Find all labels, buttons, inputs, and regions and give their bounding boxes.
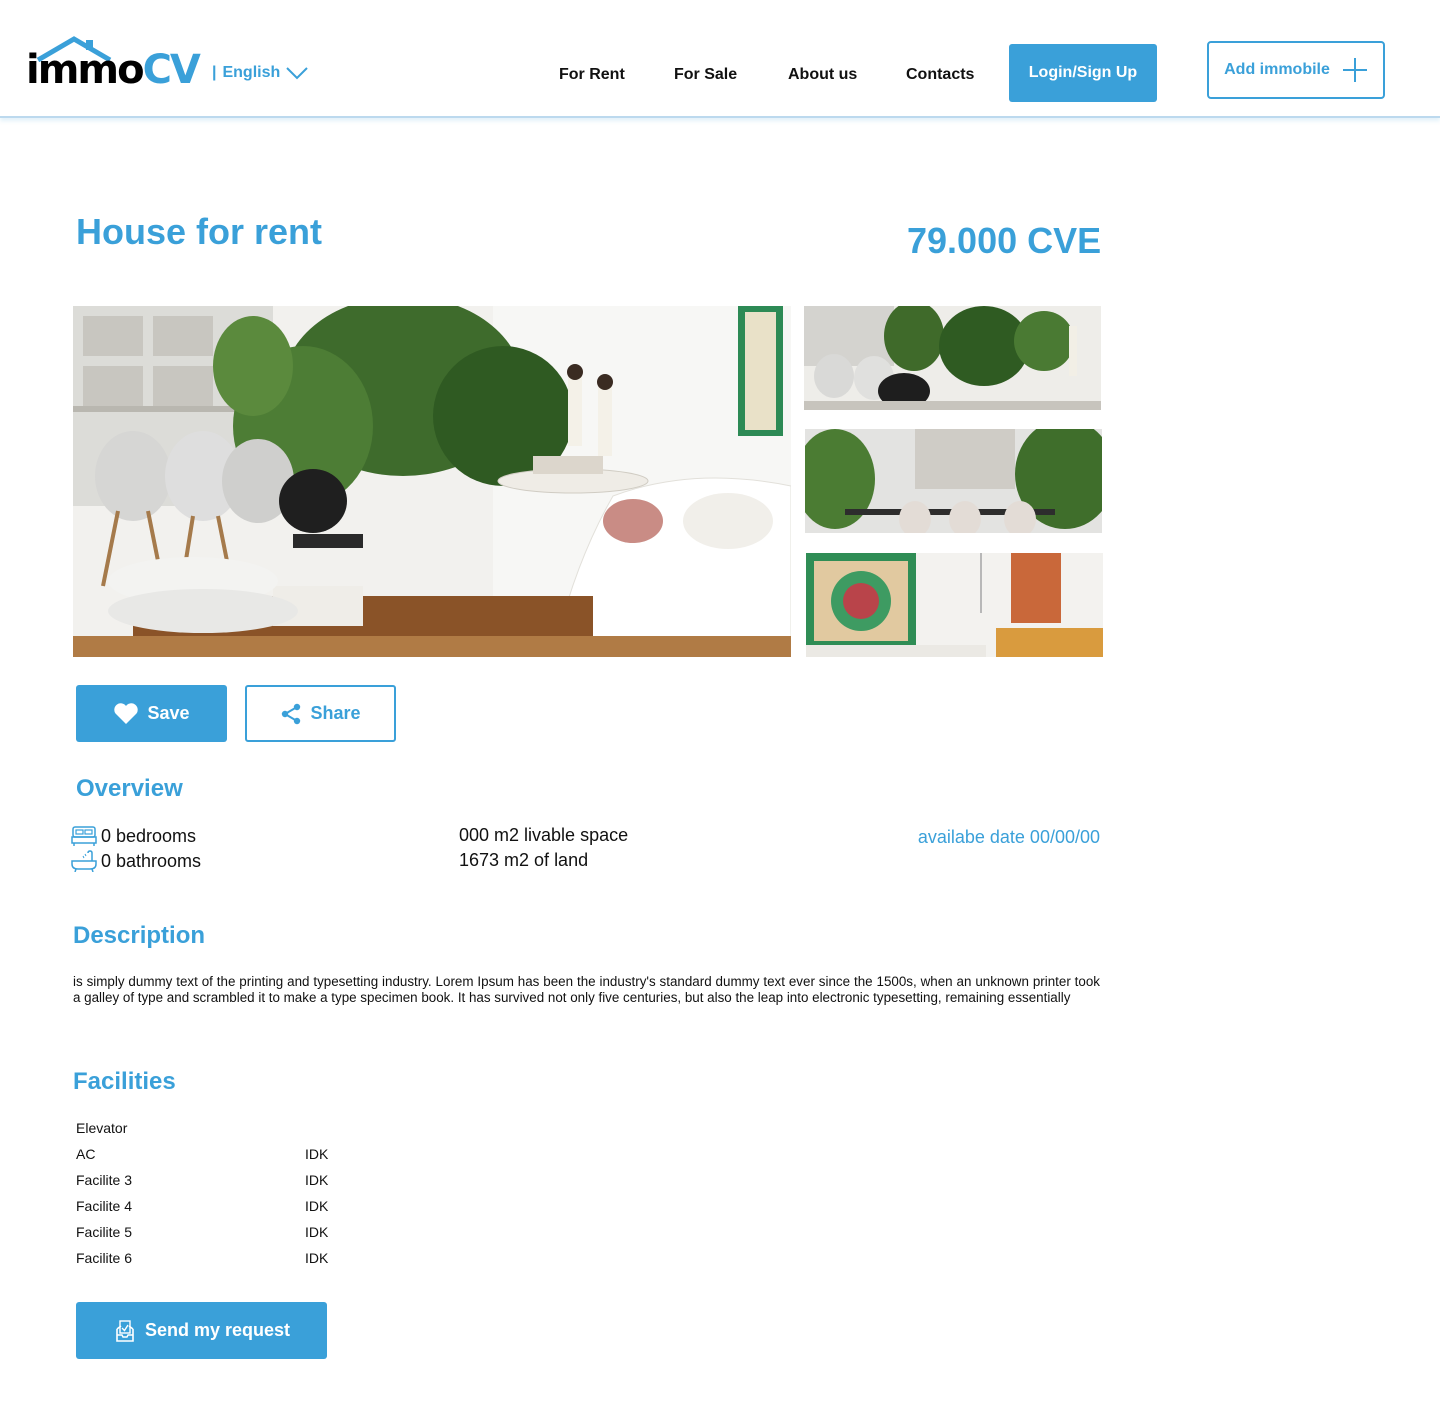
chevron-down-icon <box>286 67 308 80</box>
thumbnail-image <box>806 553 1103 657</box>
facility-value: IDK <box>305 1146 329 1162</box>
nav-contacts[interactable]: Contacts <box>906 66 974 84</box>
thumbnail-image <box>804 306 1101 410</box>
share-button[interactable]: Share <box>245 685 396 742</box>
overview-heading: Overview <box>76 775 183 802</box>
thumbnail-image <box>805 429 1102 533</box>
bedrooms-info: 0 bedrooms <box>71 825 197 847</box>
facility-row: Facilite 3 IDK <box>76 1172 376 1192</box>
site-header: immoCV | English For Rent For Sale About… <box>0 0 1440 118</box>
bed-icon <box>71 826 97 846</box>
listing-price: 79.000 CVE <box>907 220 1102 261</box>
facility-row: Elevator <box>76 1120 376 1140</box>
add-immobile-button[interactable]: Add immobile <box>1207 41 1385 99</box>
facility-value: IDK <box>305 1198 329 1214</box>
immocv-logo[interactable]: immoCV <box>26 36 208 94</box>
livable-space-info: 000 m2 livable space <box>459 825 628 846</box>
facilities-heading: Facilities <box>73 1068 176 1095</box>
livable-space-text: 000 m2 livable space <box>459 825 629 845</box>
living-room-image <box>73 306 791 657</box>
facility-row: Facilite 5 IDK <box>76 1224 376 1244</box>
send-request-label: Send my request <box>144 1320 291 1340</box>
facility-name: Facilite 4 <box>76 1198 133 1214</box>
facility-name: Facilite 5 <box>76 1224 133 1240</box>
bathrooms-info: 0 bathrooms <box>71 850 202 872</box>
listing-title: House for rent <box>76 211 323 252</box>
save-label: Save <box>147 703 190 723</box>
facility-row: Facilite 6 IDK <box>76 1250 376 1270</box>
plus-icon <box>1342 58 1367 82</box>
main-listing-photo[interactable] <box>73 306 791 657</box>
add-immobile-label: Add immobile <box>1224 61 1330 78</box>
bedrooms-text: 0 bedrooms <box>101 825 197 846</box>
logo-wordmark: immoCV <box>26 47 201 93</box>
land-info: 1673 m2 of land <box>459 850 588 871</box>
facility-row: AC IDK <box>76 1146 376 1166</box>
land-text: 1673 m2 of land <box>459 850 589 870</box>
description-text: is simply dummy text of the printing and… <box>73 974 1100 1005</box>
send-request-button[interactable]: Send my request <box>76 1302 327 1359</box>
bathrooms-text: 0 bathrooms <box>101 850 202 871</box>
facility-name: Facilite 3 <box>76 1172 133 1188</box>
login-signup-label: Login/Sign Up <box>1028 64 1138 81</box>
share-icon <box>282 703 301 724</box>
login-signup-button[interactable]: Login/Sign Up <box>1009 44 1157 102</box>
heart-icon <box>114 702 139 724</box>
facility-name: Facilite 6 <box>76 1250 133 1266</box>
facility-name: Elevator <box>76 1120 128 1136</box>
nav-for-sale[interactable]: For Sale <box>674 66 737 84</box>
language-separator: | <box>212 64 217 81</box>
facility-value: IDK <box>305 1172 329 1188</box>
facility-name: AC <box>76 1146 96 1162</box>
share-label: Share <box>310 703 361 723</box>
nav-about-us[interactable]: About us <box>788 66 857 84</box>
description-heading: Description <box>73 922 206 949</box>
save-button[interactable]: Save <box>76 685 227 742</box>
facility-value: IDK <box>305 1250 329 1266</box>
thumbnail-photo[interactable] <box>804 306 1101 410</box>
facility-row: Facilite 4 IDK <box>76 1198 376 1218</box>
facility-value: IDK <box>305 1224 329 1240</box>
inbox-icon <box>116 1319 134 1342</box>
language-selector[interactable]: | English <box>212 64 308 82</box>
thumbnail-photo[interactable] <box>806 553 1103 657</box>
available-date: availabe date 00/00/00 <box>917 827 1100 847</box>
thumbnail-photo[interactable] <box>805 429 1102 533</box>
language-label: English <box>222 64 281 81</box>
bathtub-icon <box>71 850 97 872</box>
nav-for-rent[interactable]: For Rent <box>559 66 625 84</box>
